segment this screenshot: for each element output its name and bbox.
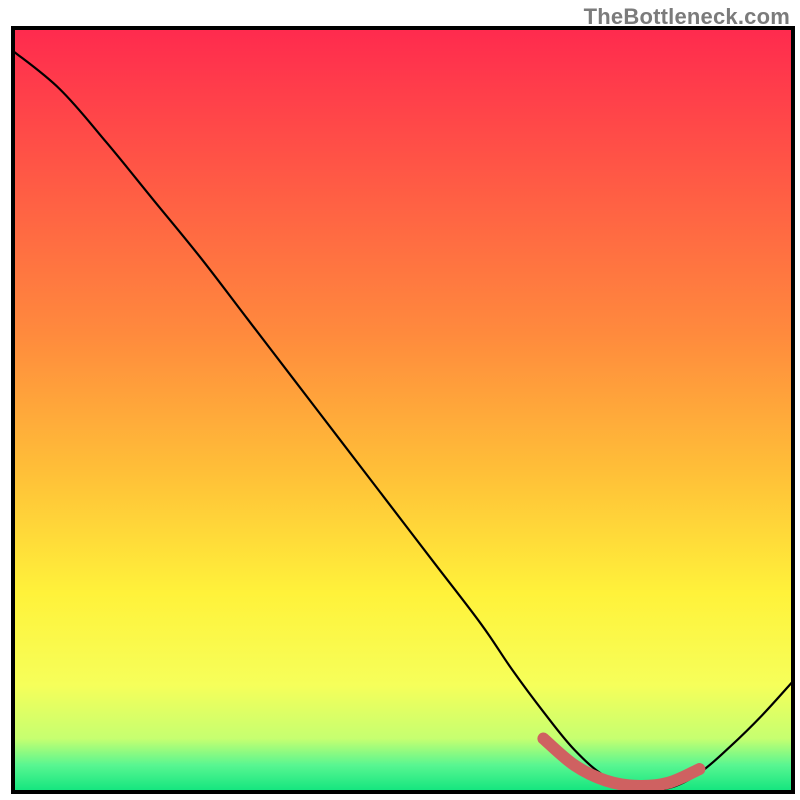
chart-stage: TheBottleneck.com: [0, 0, 800, 800]
bottleneck-chart: [0, 0, 800, 800]
attribution-label: TheBottleneck.com: [584, 4, 790, 30]
gradient-background: [13, 28, 793, 792]
